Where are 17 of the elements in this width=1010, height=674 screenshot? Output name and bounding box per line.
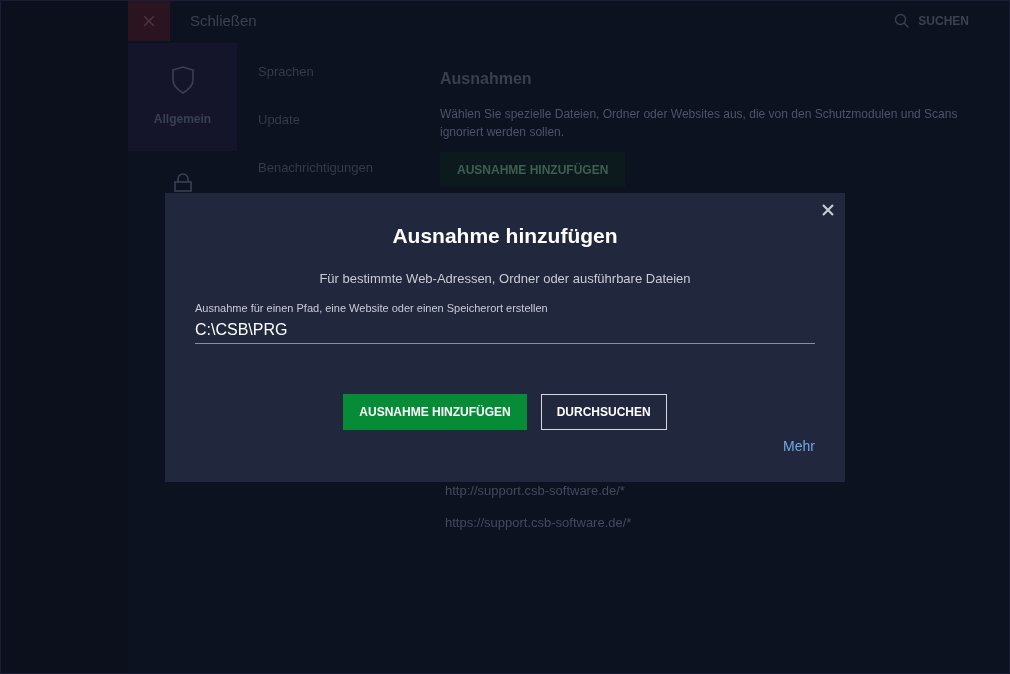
- exception-entry: https://support.csb-software.de/*: [445, 514, 632, 532]
- add-exception-button[interactable]: AUSNAHME HINZUFÜGEN: [343, 393, 527, 430]
- dialog-title: Ausnahme hinzufügen: [392, 223, 618, 249]
- search-icon: [894, 13, 911, 29]
- close-icon: [143, 15, 155, 27]
- lock-icon: [173, 173, 192, 192]
- more-link[interactable]: Mehr: [783, 435, 815, 457]
- field-label: Ausnahme für einen Pfad, eine Website oder einen Speicherort erstellen: [195, 300, 549, 315]
- browse-button[interactable]: DURCHSUCHEN: [540, 393, 667, 430]
- section-description: Wählen Sie spezielle Dateien, Ordner oder Websites aus, die von den Schutzmodulen und Scans ignoriert werden sollen.: [440, 106, 959, 141]
- close-icon[interactable]: [822, 204, 834, 216]
- exception-entry: http://support.csb-software.de/*: [445, 482, 626, 500]
- path-input-field[interactable]: C:\CSB\PRG: [195, 317, 815, 344]
- shield-icon: [170, 66, 195, 94]
- add-exception-button[interactable]: AUSNAHME HINZUFÜGEN: [440, 152, 626, 187]
- dialog-subtitle: Für bestimmte Web-Adressen, Ordner oder ausführbare Dateien: [319, 270, 691, 288]
- close-button[interactable]: [128, 1, 170, 41]
